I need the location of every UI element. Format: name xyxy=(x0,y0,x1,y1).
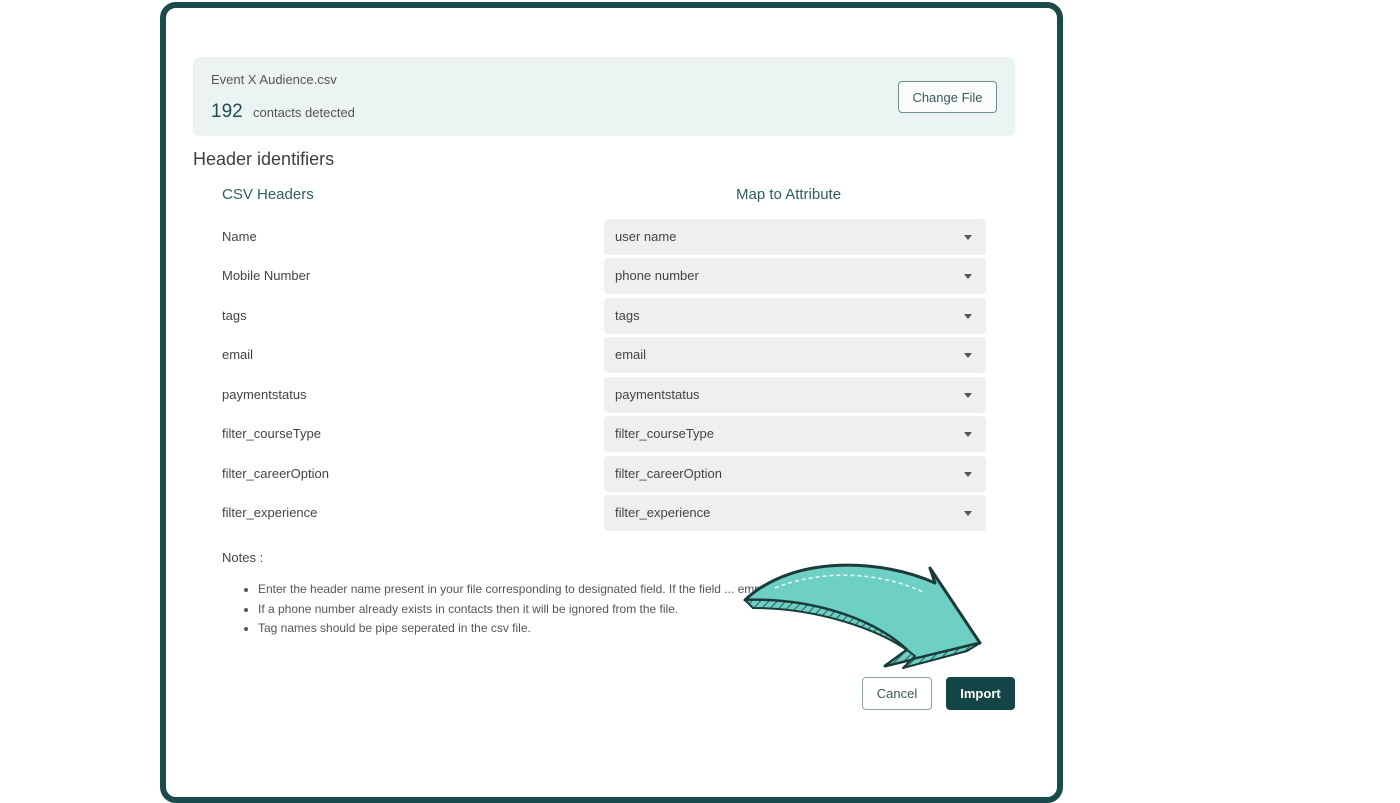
change-file-button[interactable]: Change File xyxy=(898,81,997,113)
mapping-row: filter_careerOption filter_careerOption xyxy=(0,456,1400,492)
notes-list: Enter the header name present in your fi… xyxy=(240,580,773,639)
csv-header-label: Name xyxy=(222,229,257,244)
chevron-down-icon xyxy=(964,393,972,398)
mapping-row: email email xyxy=(0,337,1400,373)
contacts-count: 192 xyxy=(211,101,243,122)
mapping-row: filter_experience filter_experience xyxy=(0,495,1400,531)
attribute-select[interactable]: filter_courseType xyxy=(604,416,986,452)
attribute-select-value: user name xyxy=(615,229,677,244)
mapping-row: Mobile Number phone number xyxy=(0,258,1400,294)
cancel-button[interactable]: Cancel xyxy=(862,677,932,710)
csv-headers-column-title: CSV Headers xyxy=(222,186,314,203)
curved-arrow-icon xyxy=(743,563,982,669)
note-item: If a phone number already exists in cont… xyxy=(258,600,773,620)
attribute-select-value: paymentstatus xyxy=(615,387,700,402)
csv-header-label: filter_experience xyxy=(222,505,318,520)
mapping-row: Name user name xyxy=(0,219,1400,255)
map-to-attribute-column-title: Map to Attribute xyxy=(736,186,842,203)
mapping-row: tags tags xyxy=(0,298,1400,334)
chevron-down-icon xyxy=(964,274,972,279)
note-item: Tag names should be pipe seperated in th… xyxy=(258,619,773,639)
note-item: Enter the header name present in your fi… xyxy=(258,580,773,600)
attribute-select[interactable]: phone number xyxy=(604,258,986,294)
csv-header-label: email xyxy=(222,347,254,362)
csv-header-label: Mobile Number xyxy=(222,268,311,283)
attribute-select-value: tags xyxy=(615,308,640,323)
csv-header-label: tags xyxy=(222,308,247,323)
attribute-select[interactable]: filter_careerOption xyxy=(604,456,986,492)
import-button[interactable]: Import xyxy=(946,677,1015,710)
chevron-down-icon xyxy=(964,235,972,240)
contacts-count-label: contacts detected xyxy=(253,105,355,120)
attribute-select-value: phone number xyxy=(615,268,699,283)
chevron-down-icon xyxy=(964,472,972,477)
csv-header-label: filter_careerOption xyxy=(222,466,329,481)
file-name: Event X Audience.csv xyxy=(211,72,337,87)
attribute-select[interactable]: filter_experience xyxy=(604,495,986,531)
section-title: Header identifiers xyxy=(193,149,335,169)
attribute-select-value: filter_experience xyxy=(615,505,711,520)
attribute-select-value: email xyxy=(615,347,647,362)
attribute-select[interactable]: user name xyxy=(604,219,986,255)
csv-header-label: filter_courseType xyxy=(222,426,321,441)
notes-title: Notes : xyxy=(222,550,264,565)
mapping-row: filter_courseType filter_courseType xyxy=(0,416,1400,452)
chevron-down-icon xyxy=(964,511,972,516)
attribute-select[interactable]: email xyxy=(604,337,986,373)
attribute-select[interactable]: paymentstatus xyxy=(604,377,986,413)
attribute-select-value: filter_courseType xyxy=(615,426,714,441)
mapping-row: paymentstatus paymentstatus xyxy=(0,377,1400,413)
chevron-down-icon xyxy=(964,353,972,358)
chevron-down-icon xyxy=(964,432,972,437)
file-summary-card: Event X Audience.csv 192 contacts detect… xyxy=(193,57,1015,136)
attribute-select-value: filter_careerOption xyxy=(615,466,722,481)
csv-header-label: paymentstatus xyxy=(222,387,307,402)
chevron-down-icon xyxy=(964,314,972,319)
attribute-select[interactable]: tags xyxy=(604,298,986,334)
